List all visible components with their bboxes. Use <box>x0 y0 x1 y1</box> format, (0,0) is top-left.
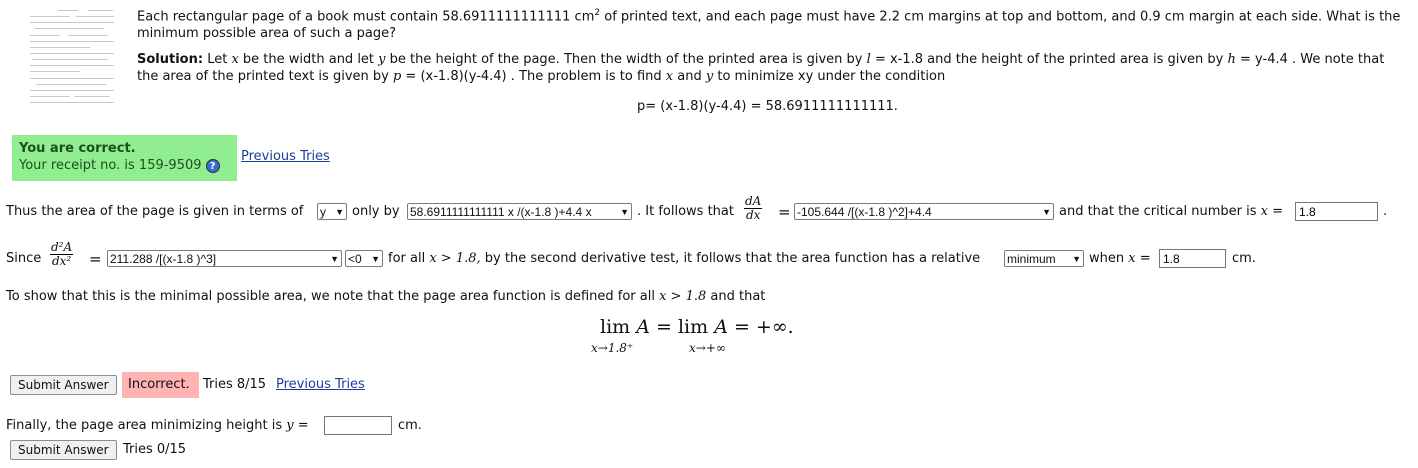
critical-number-text: and that the critical number is x = <box>1059 204 1284 219</box>
previous-tries-link[interactable]: Previous Tries <box>241 149 330 164</box>
height-input[interactable] <box>324 416 392 435</box>
problem-figure-thumbnail <box>28 8 116 106</box>
solution-text: Solution: Let x be the width and let y b… <box>137 52 1385 84</box>
height-unit: cm. <box>398 418 422 433</box>
correct-feedback-box: You are correct. Your receipt no. is 159… <box>12 135 237 181</box>
chevron-down-icon: ▼ <box>371 253 380 264</box>
domain-statement: To show that this is the minimal possibl… <box>6 289 766 304</box>
limit-subscript-1: x→1.8⁺ <box>591 341 634 355</box>
derivative-fraction: dA dx <box>744 194 763 222</box>
variable-select[interactable]: y ▼ <box>317 203 347 220</box>
equals-sign: = <box>89 250 102 268</box>
receipt-text: Your receipt no. is 159-9509 <box>19 158 202 173</box>
it-follows-text: . It follows that <box>637 204 734 219</box>
limit-subscript-2: x→+∞ <box>689 341 726 355</box>
only-by-text: only by <box>352 204 400 219</box>
submit-answer-button[interactable]: Submit Answer <box>10 375 117 395</box>
x-value-input[interactable] <box>1159 249 1226 268</box>
help-icon[interactable]: ? <box>205 158 220 173</box>
chevron-down-icon: ▼ <box>1072 253 1081 264</box>
tries-count: Tries 8/15 <box>203 377 267 392</box>
second-derivative-fraction: d²A dx² <box>50 240 74 268</box>
unit-text: cm. <box>1232 251 1256 266</box>
chevron-down-icon: ▼ <box>1042 206 1051 217</box>
extremum-select[interactable]: minimum ▼ <box>1004 250 1084 267</box>
constraint-equation: p= (x-1.8)(y-4.4) = 58.6911111111111. <box>637 99 898 114</box>
correct-title: You are correct. <box>19 141 136 156</box>
submit-answer-button-2[interactable]: Submit Answer <box>10 440 117 460</box>
tries-count-2: Tries 0/15 <box>123 442 187 457</box>
limit-expression: lim A = lim A = +∞. <box>600 316 794 338</box>
equals-sign: = <box>778 203 791 221</box>
area-function-select[interactable]: 58.6911111111111 x /(x-1.8 )+4.4 x ▼ <box>407 203 632 220</box>
chevron-down-icon: ▼ <box>335 206 344 217</box>
chevron-down-icon: ▼ <box>330 253 339 264</box>
critical-number-input[interactable] <box>1295 202 1378 221</box>
derivative-select[interactable]: -105.644 /[(x-1.8 )^2]+4.4 ▼ <box>794 203 1054 220</box>
area-terms-text: Thus the area of the page is given in te… <box>6 204 304 219</box>
since-text: Since <box>6 251 42 266</box>
question-text: Each rectangular page of a book must con… <box>137 8 1401 42</box>
period-text: . <box>1383 204 1388 219</box>
second-derivative-test-text: for all x > 1.8, by the second derivativ… <box>388 251 981 266</box>
second-derivative-select[interactable]: 211.288 /[(x-1.8 )^3] ▼ <box>107 250 342 267</box>
sign-select[interactable]: <0 ▼ <box>345 250 383 267</box>
previous-tries-link[interactable]: Previous Tries <box>276 377 365 392</box>
final-question-text: Finally, the page area minimizing height… <box>6 418 309 433</box>
chevron-down-icon: ▼ <box>620 206 629 217</box>
incorrect-badge: Incorrect. <box>122 372 199 398</box>
when-x-text: when x = <box>1089 251 1151 266</box>
